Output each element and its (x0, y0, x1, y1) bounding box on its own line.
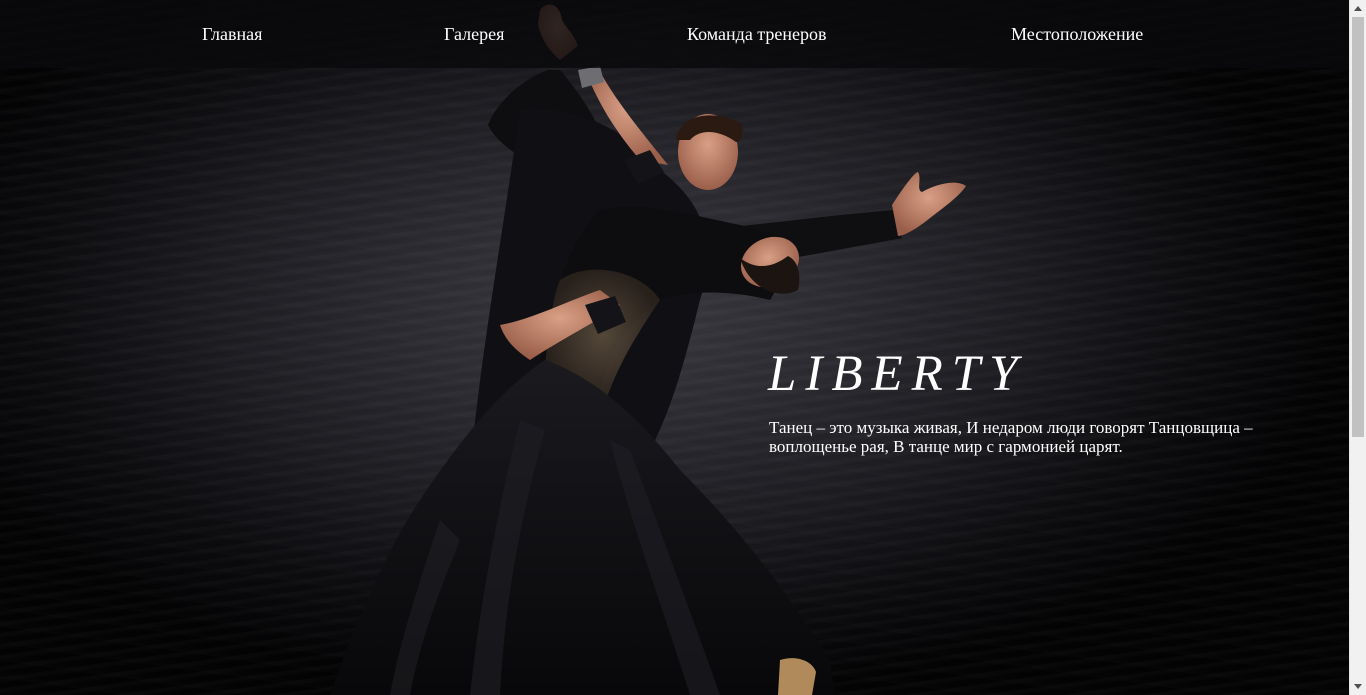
nav-link-gallery[interactable]: Галерея (444, 23, 504, 45)
nav-link-coaches-team[interactable]: Команда тренеров (687, 23, 827, 45)
top-navigation-bar: Главная Галерея Команда тренеров Местопо… (0, 0, 1349, 68)
hero-poem: Танец – это музыка живая, И недаром люди… (769, 418, 1253, 456)
scroll-down-arrow-icon[interactable] (1350, 678, 1366, 695)
ballroom-dancers-image (330, 4, 966, 695)
page: Главная Галерея Команда тренеров Местопо… (0, 0, 1349, 695)
hero-title: LIBERTY (768, 346, 1027, 402)
man-outstretched-hand (892, 172, 966, 236)
nav-link-location[interactable]: Местоположение (1011, 23, 1143, 45)
scroll-up-arrow-icon[interactable] (1350, 0, 1366, 17)
nav-link-home[interactable]: Главная (202, 23, 262, 45)
scrollbar-thumb[interactable] (1352, 17, 1364, 437)
browser-viewport: Главная Галерея Команда тренеров Местопо… (0, 0, 1366, 695)
vertical-scrollbar[interactable] (1349, 0, 1366, 695)
